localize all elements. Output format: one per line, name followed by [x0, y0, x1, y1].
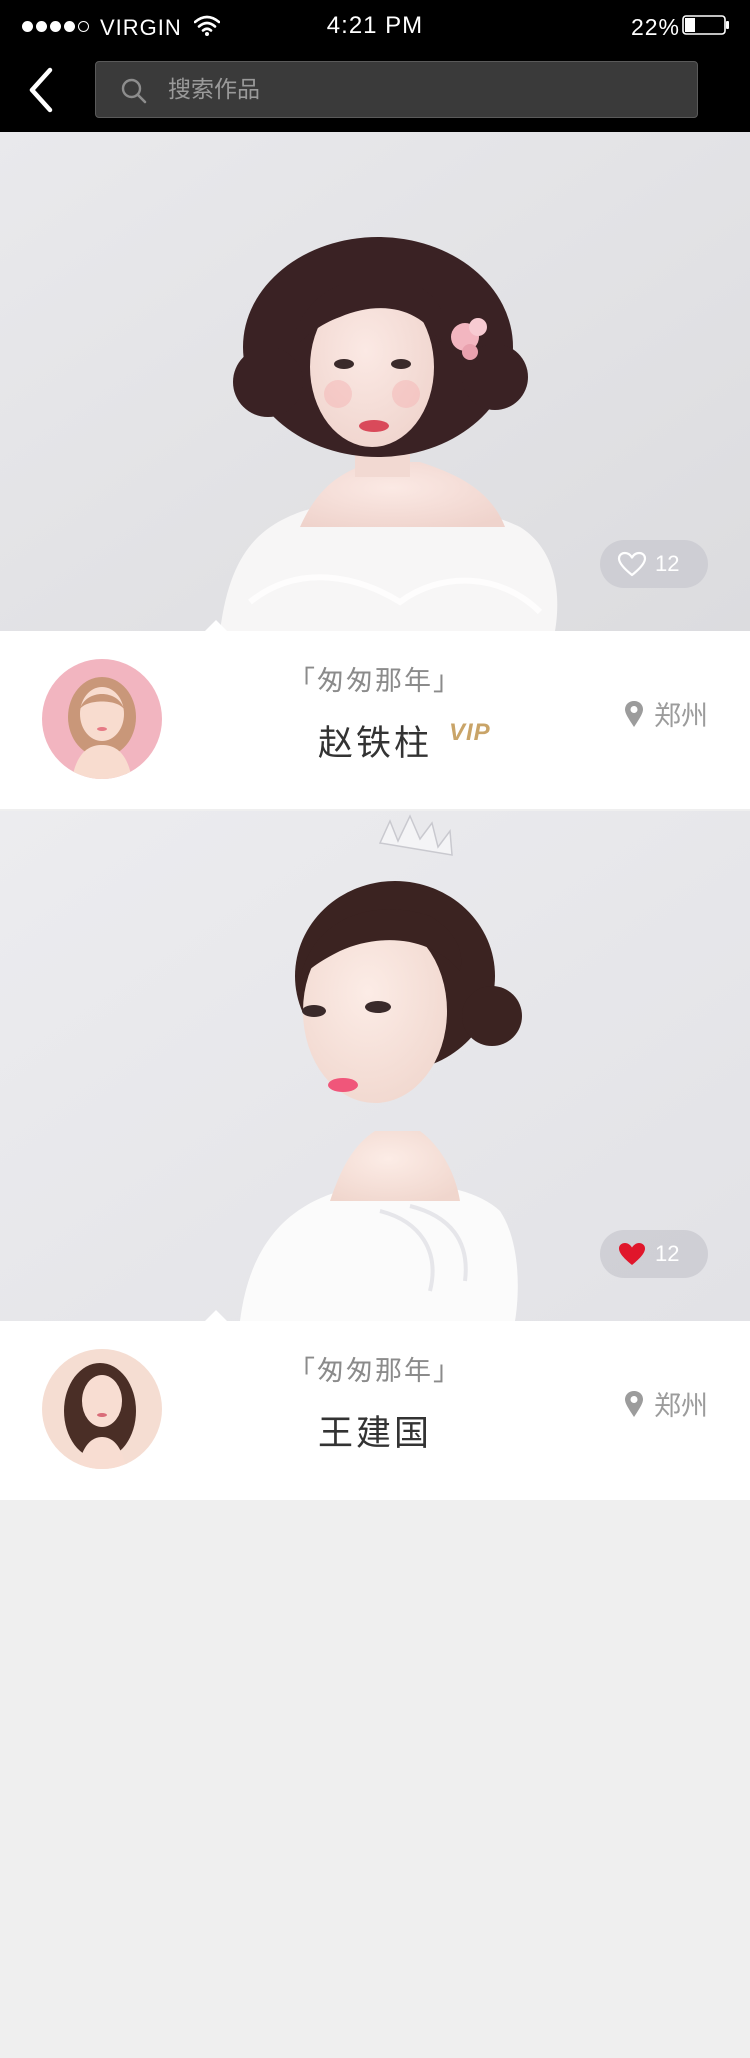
work-info: 「匆匆那年」 王建国 郑州 [0, 1321, 750, 1501]
location-pin-icon [625, 1390, 643, 1417]
like-count: 12 [655, 1241, 680, 1266]
photo-pointer [205, 1310, 227, 1321]
photo-pointer [205, 620, 227, 631]
like-button[interactable]: 12 [600, 540, 708, 588]
like-button[interactable]: 12 [600, 1230, 708, 1278]
top-bar: VIRGIN 4:21 PM 22% [0, 0, 750, 132]
work-card[interactable]: 12 「匆匆那年」 王建国 郑州 [0, 811, 750, 1500]
work-title: 「匆匆那年」 [288, 1356, 462, 1387]
status-bar: VIRGIN 4:21 PM 22% [0, 0, 750, 54]
battery-icon [682, 15, 729, 35]
search-box[interactable] [95, 61, 698, 118]
heart-filled-icon [619, 1243, 645, 1265]
location-text: 郑州 [654, 701, 708, 732]
heart-outline-icon [617, 551, 647, 577]
work-card[interactable]: 12 「匆匆那年」 赵铁柱 VIP 郑州 [0, 132, 750, 809]
battery-percent: 22% [630, 14, 680, 40]
location-pin-icon [625, 700, 643, 727]
search-input[interactable] [168, 62, 688, 117]
location-text: 郑州 [654, 1391, 708, 1422]
back-button[interactable] [22, 64, 64, 116]
app-screen: VIRGIN 4:21 PM 22% 搜索作品 12 「匆匆那年」 赵铁柱 VI… [0, 0, 750, 2058]
location: 郑州 [624, 1384, 708, 1423]
location: 郑州 [624, 694, 708, 733]
work-info: 「匆匆那年」 赵铁柱 VIP 郑州 [0, 631, 750, 811]
like-count: 12 [655, 551, 680, 576]
vip-badge: VIP [449, 719, 491, 746]
search-icon [121, 78, 147, 104]
work-title: 「匆匆那年」 [288, 666, 462, 697]
